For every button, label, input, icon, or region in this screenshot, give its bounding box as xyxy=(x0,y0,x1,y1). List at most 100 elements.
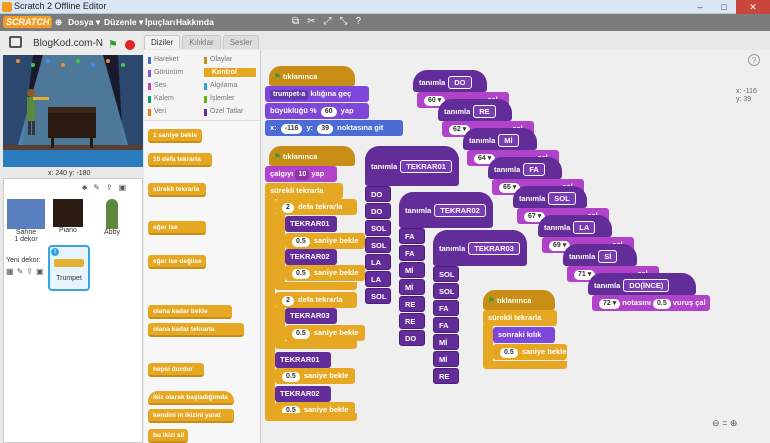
wait-input[interactable]: 0.5 xyxy=(292,237,310,247)
fullscreen-icon[interactable] xyxy=(9,36,22,48)
camera-icon[interactable]: ▣ xyxy=(119,183,127,192)
call-tekrar02[interactable]: TEKRAR02 xyxy=(275,386,331,402)
palette-block-if-else[interactable]: eğer ise değilse xyxy=(148,255,206,269)
grow-icon[interactable]: ⤢ xyxy=(324,16,332,27)
call-note-block[interactable]: DO xyxy=(365,203,391,219)
call-note-block[interactable]: RE xyxy=(399,296,425,312)
category-sound[interactable]: Ses xyxy=(148,82,166,90)
menu-edit[interactable]: Düzenle ▾ xyxy=(104,17,143,28)
palette-block-delete-clone[interactable]: bu ikizi sil xyxy=(148,429,188,443)
call-tekrar03[interactable]: TEKRAR03 xyxy=(285,308,337,324)
duplicate-icon[interactable]: ⧉ xyxy=(292,16,299,27)
call-note-block[interactable]: Mİ xyxy=(399,262,425,278)
wait-block[interactable]: 0.5 saniye bekle xyxy=(285,325,365,341)
beats-input[interactable]: 0.5 xyxy=(653,299,671,309)
tab-costumes[interactable]: Kılıklar xyxy=(182,35,221,49)
when-flag-clicked-hat-1[interactable]: ⚑ tıklanınca xyxy=(269,66,355,86)
when-flag-clicked-hat-2[interactable]: ⚑ tıklanınca xyxy=(269,146,355,166)
tab-scripts[interactable]: Diziler xyxy=(144,35,181,49)
call-tekrar02[interactable]: TEKRAR02 xyxy=(285,249,337,265)
when-flag-clicked-hat-3[interactable]: ⚑ tıklanınca xyxy=(483,290,555,310)
size-input[interactable]: 60 xyxy=(320,107,337,117)
define-note-6[interactable]: tanımla LA xyxy=(538,215,612,237)
help-icon[interactable]: ? xyxy=(748,54,760,66)
define-note-4[interactable]: tanımla FA xyxy=(488,157,562,179)
palette-block-repeat[interactable]: 10 defa tekrarla xyxy=(148,153,212,167)
wait-block[interactable]: 0.5 saniye bekle xyxy=(285,265,365,281)
sprite-piano[interactable]: Piano xyxy=(48,199,88,234)
upload-sprite-icon[interactable]: ⇪ xyxy=(106,183,113,192)
wait-input[interactable]: 0.5 xyxy=(500,348,518,358)
stage-thumb[interactable]: Sahne 1 dekor xyxy=(6,199,46,243)
palette-block-stop[interactable]: hepsi durdur xyxy=(148,363,204,377)
call-note-block[interactable]: FA xyxy=(399,228,425,244)
palette-block-forever[interactable]: sürekli tekrarla xyxy=(148,183,206,197)
call-note-block[interactable]: DO xyxy=(399,330,425,346)
stage[interactable] xyxy=(3,55,143,167)
palette-block-repeat-until[interactable]: olana kadar tekrarla xyxy=(148,323,244,337)
call-tekrar01[interactable]: TEKRAR01 xyxy=(285,216,337,232)
define-note-3[interactable]: tanımla Mİ xyxy=(463,128,537,150)
call-note-block[interactable]: SOL xyxy=(433,283,459,299)
maximize-button[interactable]: □ xyxy=(712,0,736,14)
green-flag-icon[interactable]: ⚑ xyxy=(108,40,118,51)
call-note-block[interactable]: SOL xyxy=(365,220,391,236)
palette-block-wait[interactable]: 1 saniye bekle xyxy=(148,129,203,143)
y-input[interactable]: 39 xyxy=(317,124,334,134)
paint-backdrop-icon[interactable]: ✎ xyxy=(17,267,24,276)
wait-block[interactable]: 0.5 saniye bekle xyxy=(285,233,365,249)
call-note-block[interactable]: SOL xyxy=(365,237,391,253)
category-looks[interactable]: Görünüm xyxy=(148,69,183,77)
define-note-8[interactable]: tanımla DO(İNCE) xyxy=(588,273,696,295)
script-area[interactable]: ⚑ tıklanınca trumpet-a kılığına geç büyü… xyxy=(260,50,770,443)
call-tekrar01[interactable]: TEKRAR01 xyxy=(275,352,331,368)
call-note-block[interactable]: RE xyxy=(399,313,425,329)
call-note-block[interactable]: LA xyxy=(365,271,391,287)
zoom-in-icon[interactable]: ⊕ xyxy=(730,418,738,428)
category-more-blocks[interactable]: Özel Tatlar xyxy=(204,108,243,116)
category-operators[interactable]: İşlemler xyxy=(204,95,235,103)
define-note-1[interactable]: tanımla DO xyxy=(413,70,487,92)
instrument-dropdown[interactable]: 10 xyxy=(295,170,310,180)
backdrop-camera-icon[interactable]: ▣ xyxy=(36,267,44,276)
set-size-block[interactable]: büyüklüğü % 60 yap xyxy=(265,103,369,119)
call-note-block[interactable]: Mİ xyxy=(399,279,425,295)
close-button[interactable]: ✕ xyxy=(736,0,770,14)
call-note-block[interactable]: RE xyxy=(433,368,459,384)
call-note-block[interactable]: Mİ xyxy=(433,351,459,367)
menu-about[interactable]: Hakkında xyxy=(176,17,214,27)
repeat-count-input[interactable]: 2 xyxy=(282,296,294,306)
repeat-block-2[interactable]: 2 defa tekrarla xyxy=(275,292,357,308)
wait-input[interactable]: 0.5 xyxy=(292,329,310,339)
define-tekrar03[interactable]: tanımla TEKRAR03 xyxy=(433,230,527,266)
forever-block[interactable]: sürekli tekrarla xyxy=(483,310,557,326)
call-note-block[interactable]: SOL xyxy=(365,288,391,304)
wait-block[interactable]: 0.5 saniye bekle xyxy=(275,368,355,384)
forever-block[interactable]: sürekli tekrarla xyxy=(265,183,343,199)
repeat-count-input[interactable]: 2 xyxy=(282,203,294,213)
call-note-block[interactable]: LA xyxy=(365,254,391,270)
menu-file[interactable]: Dosya ▾ xyxy=(68,17,100,28)
info-icon[interactable]: i xyxy=(51,248,59,256)
define-tekrar02[interactable]: tanımla TEKRAR02 xyxy=(399,192,493,228)
call-note-block[interactable]: FA xyxy=(433,317,459,333)
category-pen[interactable]: Kalem xyxy=(148,95,174,103)
note-input[interactable]: 72 ▾ xyxy=(599,299,621,309)
palette-block-when-clone[interactable]: ikiz olarak başladığımda xyxy=(148,391,234,405)
call-note-block[interactable]: FA xyxy=(399,245,425,261)
category-sensing[interactable]: Algılama xyxy=(204,82,237,90)
backdrop-library-icon[interactable]: ▦ xyxy=(6,267,14,276)
next-costume-block[interactable]: sonraki kılık xyxy=(493,327,555,343)
x-input[interactable]: -116 xyxy=(280,124,303,134)
sprite-library-icon[interactable]: ♣ xyxy=(82,183,87,192)
define-tekrar01[interactable]: tanımla TEKRAR01 xyxy=(365,146,459,186)
costume-dropdown[interactable]: trumpet-a xyxy=(270,90,309,100)
repeat-block-1[interactable]: 2 defa tekrarla xyxy=(275,199,357,215)
delete-icon[interactable]: ✂ xyxy=(307,16,315,27)
switch-costume-block[interactable]: trumpet-a kılığına geç xyxy=(265,86,369,102)
stop-icon[interactable] xyxy=(125,40,135,50)
wait-input[interactable]: 0.5 xyxy=(292,269,310,279)
wait-input[interactable]: 0.5 xyxy=(282,372,300,382)
minimize-button[interactable]: – xyxy=(688,0,712,14)
define-note-5[interactable]: tanımla SOL xyxy=(513,186,587,208)
